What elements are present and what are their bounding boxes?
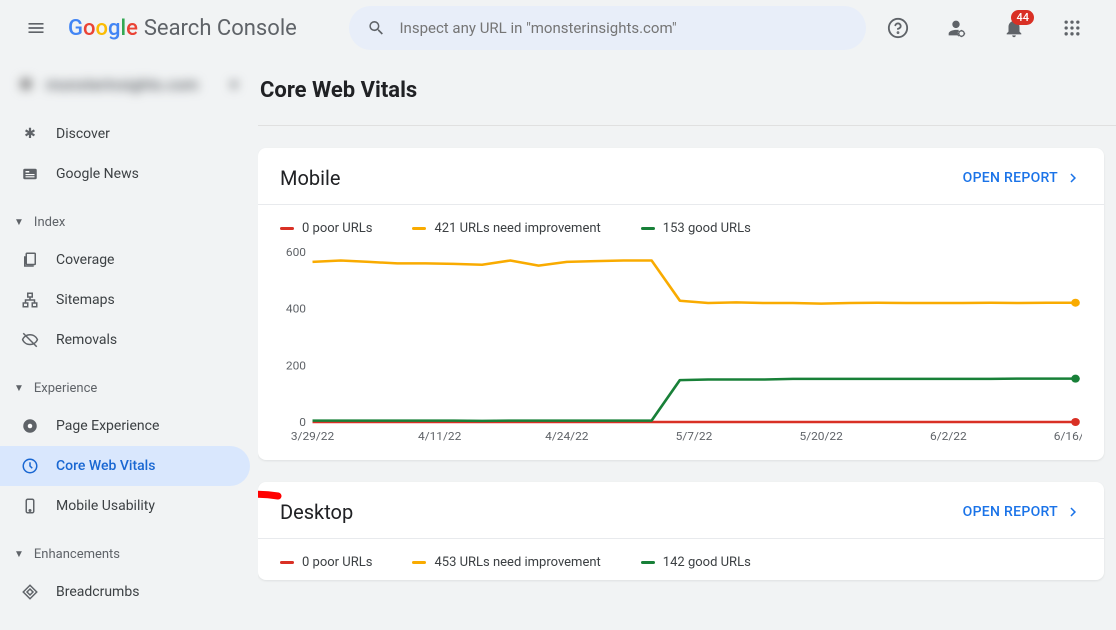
sidebar-item-label: Google News	[56, 166, 139, 182]
chevron-down-icon: ▼	[14, 549, 24, 560]
svg-text:6/2/22: 6/2/22	[930, 429, 967, 442]
sidebar-section-enhancements[interactable]: ▼ Enhancements	[0, 536, 258, 572]
sidebar-item-label: Breadcrumbs	[56, 584, 139, 600]
legend-good: 142 good URLs	[641, 555, 751, 570]
apps-grid-icon	[1062, 18, 1082, 38]
mobile-chart: 0 200 400 600 3/29/22 4/11/22 4/24/22 5/7/22 5/2…	[258, 246, 1104, 460]
breadcrumbs-icon	[20, 582, 40, 602]
sidebar-item-coverage[interactable]: Coverage	[0, 240, 250, 280]
app-header: Google Search Console 44	[0, 0, 1116, 56]
chevron-down-icon: ▼	[14, 217, 24, 228]
svg-text:6/16/22: 6/16/22	[1054, 429, 1082, 442]
sidebar-item-label: Sitemaps	[56, 292, 115, 308]
core-web-vitals-icon	[20, 456, 40, 476]
google-logo: Google	[68, 16, 138, 41]
product-name: Search Console	[144, 16, 297, 41]
svg-text:4/24/22: 4/24/22	[545, 429, 589, 442]
hamburger-menu-button[interactable]	[16, 8, 56, 48]
chevron-right-icon	[1064, 503, 1082, 521]
sidebar-item-core-web-vitals[interactable]: Core Web Vitals	[0, 446, 250, 486]
sidebar-item-label: Coverage	[56, 252, 114, 268]
sidebar-item-removals[interactable]: Removals	[0, 320, 250, 360]
svg-text:600: 600	[286, 246, 306, 259]
apps-button[interactable]	[1052, 8, 1092, 48]
coverage-icon	[20, 250, 40, 270]
url-inspect-search[interactable]	[349, 6, 866, 50]
page-experience-icon	[20, 416, 40, 436]
users-settings-button[interactable]	[936, 8, 976, 48]
notifications-button[interactable]: 44	[994, 8, 1034, 48]
sidebar-item-label: Core Web Vitals	[56, 458, 155, 474]
sidebar-item-sitemaps[interactable]: Sitemaps	[0, 280, 250, 320]
removals-icon	[20, 330, 40, 350]
product-logo[interactable]: Google Search Console	[68, 16, 297, 41]
news-icon	[20, 164, 40, 184]
sidebar-item-label: Page Experience	[56, 418, 159, 434]
sidebar-section-experience[interactable]: ▼ Experience	[0, 370, 258, 406]
notification-badge: 44	[1011, 10, 1034, 25]
sidebar-nav: monsterinsights.com ▾ ✱ Discover Google …	[0, 56, 258, 630]
legend-good: 153 good URLs	[641, 221, 751, 236]
sidebar-item-label: Removals	[56, 332, 117, 348]
legend-poor: 0 poor URLs	[280, 221, 372, 236]
page-title: Core Web Vitals	[258, 78, 1116, 126]
svg-text:400: 400	[286, 302, 306, 315]
desktop-card-title: Desktop	[280, 500, 353, 524]
search-icon	[367, 18, 386, 38]
help-icon	[887, 17, 909, 39]
mobile-card-title: Mobile	[280, 166, 340, 190]
desktop-card: Desktop OPEN REPORT 0 poor URLs 453 URLs…	[258, 482, 1104, 580]
svg-text:0: 0	[299, 415, 306, 428]
url-inspect-input[interactable]	[399, 19, 848, 37]
legend-improvement: 453 URLs need improvement	[412, 555, 600, 570]
mobile-open-report-link[interactable]: OPEN REPORT	[963, 169, 1082, 187]
desktop-legend: 0 poor URLs 453 URLs need improvement 14…	[258, 539, 1104, 580]
svg-text:5/20/22: 5/20/22	[799, 429, 843, 442]
legend-improvement: 421 URLs need improvement	[412, 221, 600, 236]
sidebar-item-mobile-usability[interactable]: Mobile Usability	[0, 486, 250, 526]
sidebar-item-breadcrumbs[interactable]: Breadcrumbs	[0, 572, 250, 612]
mobile-legend: 0 poor URLs 421 URLs need improvement 15…	[258, 205, 1104, 246]
chevron-right-icon	[1064, 169, 1082, 187]
sidebar-item-label: Discover	[56, 126, 110, 142]
svg-text:3/29/22: 3/29/22	[291, 429, 335, 442]
sidebar-item-google-news[interactable]: Google News	[0, 154, 250, 194]
user-settings-icon	[945, 17, 967, 39]
property-selector[interactable]: monsterinsights.com ▾	[8, 64, 250, 104]
help-button[interactable]	[878, 8, 918, 48]
svg-text:4/11/22: 4/11/22	[418, 429, 462, 442]
legend-poor: 0 poor URLs	[280, 555, 372, 570]
discover-icon: ✱	[20, 124, 40, 144]
chevron-down-icon: ▼	[14, 383, 24, 394]
mobile-icon	[20, 496, 40, 516]
sidebar-item-page-experience[interactable]: Page Experience	[0, 406, 250, 446]
svg-text:200: 200	[286, 359, 306, 372]
main-content: Core Web Vitals Mobile OPEN REPORT 0 poo…	[258, 56, 1116, 630]
desktop-open-report-link[interactable]: OPEN REPORT	[963, 503, 1082, 521]
sidebar-item-discover[interactable]: ✱ Discover	[0, 114, 250, 154]
sidebar-item-label: Mobile Usability	[56, 498, 155, 514]
svg-text:5/7/22: 5/7/22	[676, 429, 713, 442]
mobile-card: Mobile OPEN REPORT 0 poor URLs 421 URLs …	[258, 148, 1104, 460]
sitemaps-icon	[20, 290, 40, 310]
sidebar-section-index[interactable]: ▼ Index	[0, 204, 258, 240]
